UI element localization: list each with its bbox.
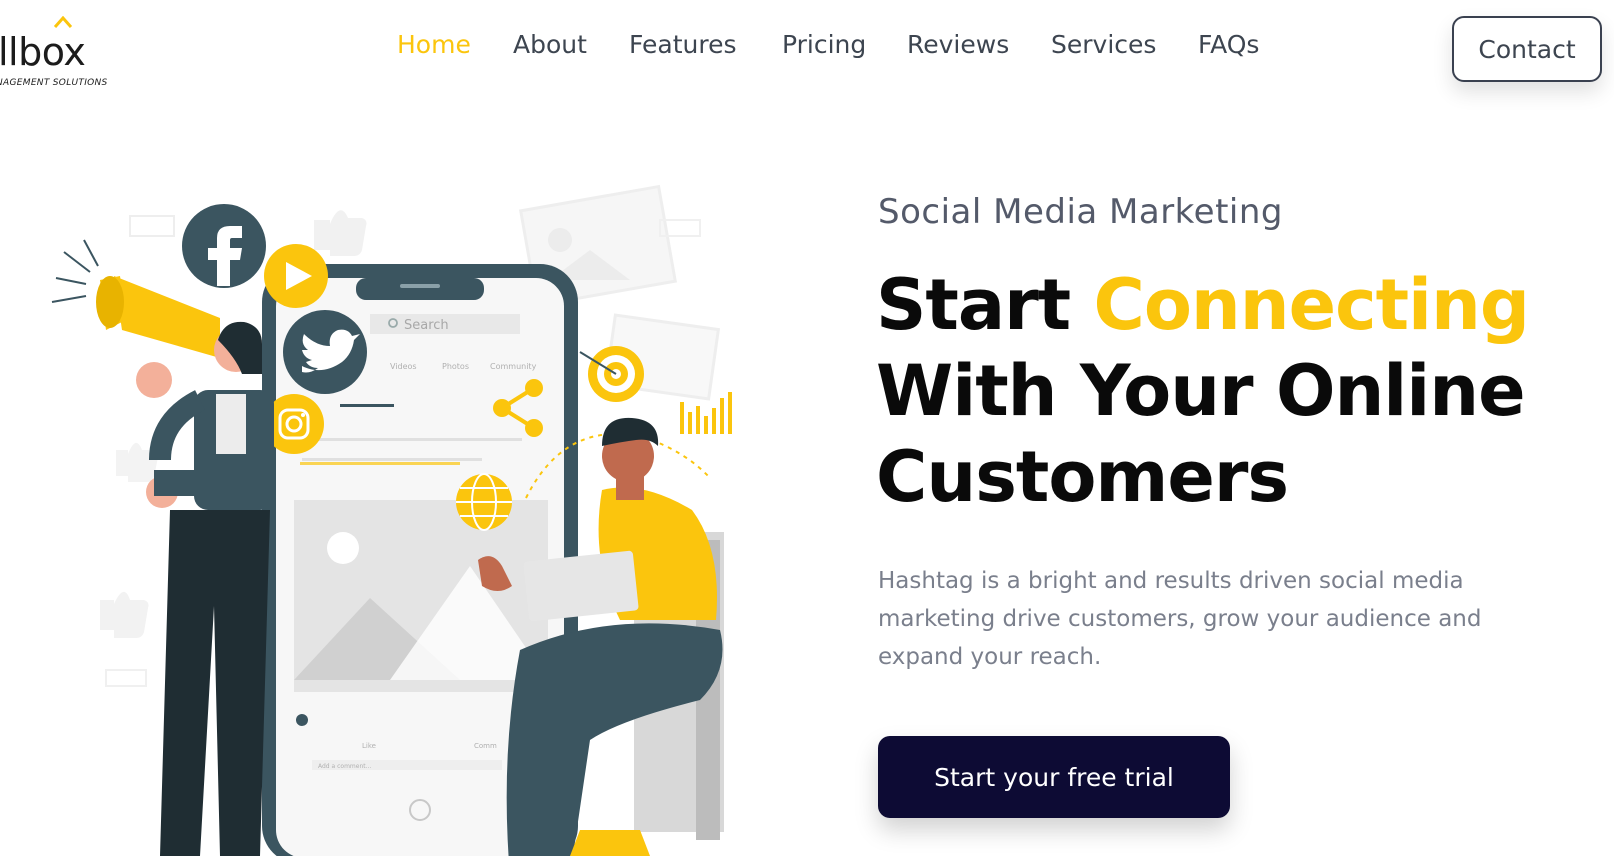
phone-search-text: Search bbox=[404, 318, 449, 333]
main-nav: Home About Features Pricing Reviews Serv… bbox=[0, 30, 1614, 70]
phone-tab-photos: Photos bbox=[442, 362, 469, 371]
headline-start: Start bbox=[876, 264, 1094, 346]
phone-tab-community: Community bbox=[490, 362, 537, 371]
twitter-icon bbox=[283, 310, 367, 394]
hero-headline: Start Connecting With Your Online Custom… bbox=[876, 262, 1596, 520]
phone-like-text: Like bbox=[362, 742, 376, 750]
nav-item-faqs[interactable]: FAQs bbox=[1198, 30, 1259, 59]
phone-comment-input: Add a comment... bbox=[318, 763, 371, 770]
nav-item-about[interactable]: About bbox=[513, 30, 587, 59]
nav-item-home[interactable]: Home bbox=[397, 30, 471, 59]
facebook-icon bbox=[182, 204, 266, 288]
hero-lead: Hashtag is a bright and results driven s… bbox=[878, 568, 1482, 670]
brand-tagline: NAGEMENT SOLUTIONS bbox=[0, 78, 108, 88]
hero-eyebrow: Social Media Marketing bbox=[878, 192, 1283, 232]
phone-tab-videos: Videos bbox=[390, 362, 417, 371]
headline-rest: With Your Online Customers bbox=[876, 350, 1526, 518]
contact-button[interactable]: Contact bbox=[1452, 16, 1602, 82]
target-icon bbox=[579, 346, 644, 402]
youtube-icon bbox=[264, 244, 328, 308]
nav-item-services[interactable]: Services bbox=[1051, 30, 1156, 59]
nav-item-features[interactable]: Features bbox=[629, 30, 737, 59]
nav-item-reviews[interactable]: Reviews bbox=[907, 30, 1009, 59]
free-trial-button[interactable]: Start your free trial bbox=[878, 736, 1230, 818]
hero-illustration: Search Videos Photos Community Like Comm… bbox=[51, 184, 732, 856]
woman-with-megaphone bbox=[51, 239, 274, 856]
nav-item-pricing[interactable]: Pricing bbox=[782, 30, 866, 59]
logo-roof-icon bbox=[54, 16, 72, 28]
phone-comment-text: Comm bbox=[474, 742, 497, 750]
headline-highlight: Connecting bbox=[1093, 264, 1529, 346]
globe-icon bbox=[456, 473, 512, 531]
